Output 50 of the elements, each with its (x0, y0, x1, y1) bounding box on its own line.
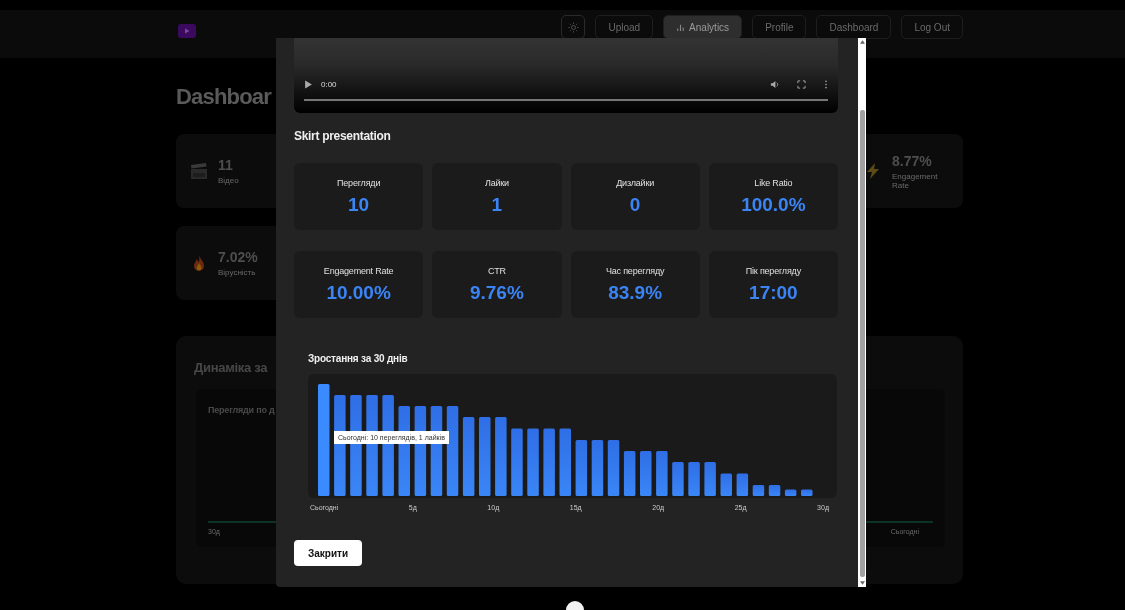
sun-icon (567, 21, 579, 33)
chart-bar[interactable] (446, 406, 459, 496)
nav-button[interactable]: Profile (752, 15, 807, 39)
metric-label: Пік перегляду (745, 265, 801, 276)
stat-label: Вірусність (218, 268, 257, 277)
section-title: Динаміка за (194, 360, 269, 375)
nav-button[interactable]: Upload (595, 15, 654, 39)
metric-value: 17:00 (749, 281, 798, 304)
volume-icon[interactable] (770, 80, 779, 89)
chart-bar[interactable] (366, 395, 378, 496)
bar-chart-icon (676, 22, 686, 32)
metric-label: CTR (487, 265, 506, 276)
nav-button[interactable]: Analytics (663, 15, 743, 39)
page-title: Dashboar (176, 84, 272, 111)
metric-value: 83.9% (608, 281, 663, 304)
stat-value: 11 (218, 157, 234, 173)
logo-icon[interactable] (178, 24, 196, 38)
video-time: 0:00 (321, 80, 337, 89)
nav-button[interactable]: Log Out (901, 15, 963, 39)
metric-value: 9.76% (469, 281, 524, 304)
nav-button[interactable]: Dashboard (816, 15, 892, 39)
scrollbar[interactable] (858, 38, 866, 587)
scroll-down-icon[interactable] (859, 581, 865, 585)
video-player[interactable]: 0:00 (294, 38, 838, 113)
metric-value: 0 (629, 193, 641, 216)
metric-label: Перегляди (337, 177, 381, 188)
metric-label: Лайки (484, 177, 509, 188)
chart-title: Перегляди по д (208, 405, 276, 415)
more-icon[interactable] (824, 80, 828, 89)
lightning-icon (864, 162, 882, 180)
metric-value: 10.00% (326, 281, 391, 304)
stat-label: Відео (218, 176, 240, 185)
chart-title: Зростання за 30 днів (308, 353, 409, 364)
theme-toggle-button[interactable] (561, 15, 586, 39)
play-icon[interactable] (304, 80, 313, 89)
metric-label: Час перегляду (606, 265, 665, 276)
stat-value: 8.77% (892, 152, 933, 169)
stat-value: 7.02% (218, 249, 259, 265)
metric-label: Like Ratio (754, 177, 793, 188)
metric-label: Дизлайки (616, 177, 655, 188)
metric-label: Engagement Rate (323, 265, 394, 276)
stat-label: Engagement Rate (892, 171, 939, 190)
close-button[interactable]: Закрити (294, 540, 363, 566)
floating-button[interactable] (566, 601, 584, 610)
fullscreen-icon[interactable] (797, 80, 806, 89)
metric-value: 100.0% (741, 193, 806, 216)
metric-value: 10 (348, 193, 370, 216)
clapperboard-icon (190, 162, 208, 180)
metric-value: 1 (491, 193, 503, 216)
video-title: Skirt presentation (294, 129, 392, 143)
